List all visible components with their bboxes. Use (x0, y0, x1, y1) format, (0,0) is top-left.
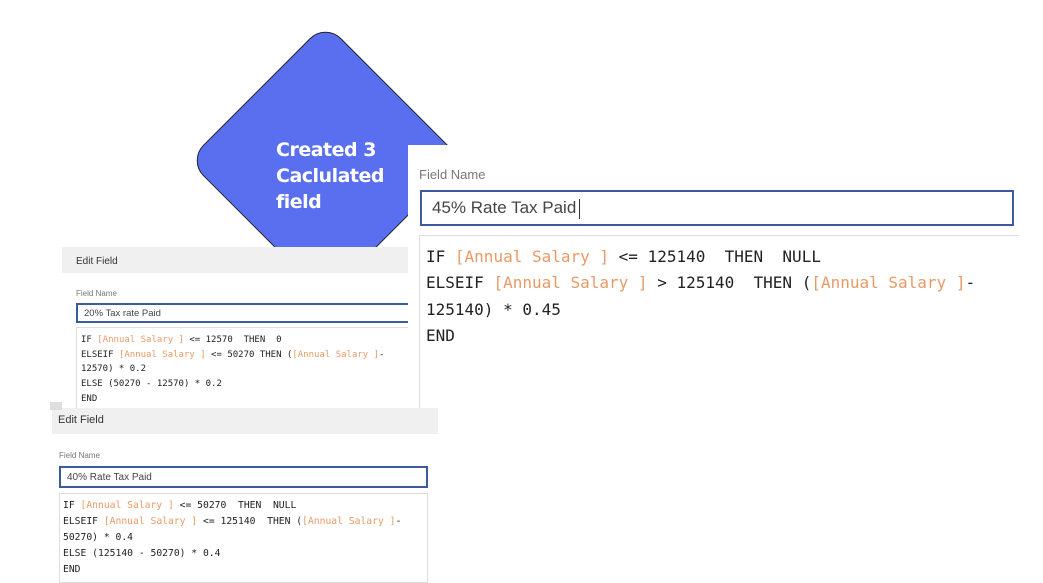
field-name-label: Field Name (76, 289, 117, 298)
code-line: ELSEIF [Annual Salary ] <= 50270 THEN ([… (81, 348, 405, 363)
code-token: <= 50270 THEN ( (205, 349, 293, 360)
field-reference: [Annual Salary ] (811, 273, 966, 293)
field-reference: [Annual Salary ] (292, 349, 380, 360)
field-name-input[interactable]: 40% Rate Tax Paid (59, 466, 428, 488)
edit-field-dialog-20: Edit Field Field Name 20% Tax rate Paid … (62, 247, 410, 418)
code-token: 50270) * 0.4 (63, 532, 133, 543)
formula-editor[interactable]: IF [Annual Salary ] <= 50270 THEN NULL EL… (59, 493, 428, 583)
code-token: IF (426, 247, 455, 266)
code-token: IF (63, 500, 81, 511)
code-line: END (81, 392, 405, 407)
dialog-title: Edit Field (76, 256, 118, 267)
code-token: <= 50270 THEN NULL (173, 500, 297, 511)
code-token: ELSEIF (426, 273, 494, 293)
field-reference: [Annual Salary ] (80, 500, 174, 511)
code-line: IF [Annual Salary ] <= 12570 THEN 0 (81, 333, 405, 348)
field-reference: [Annual Salary ] (454, 247, 610, 266)
field-reference: [Annual Salary ] (302, 516, 396, 527)
code-token: <= 125140 THEN ( (197, 516, 303, 527)
formula-editor[interactable]: IF [Annual Salary ] <= 12570 THEN 0 ELSEI… (76, 327, 410, 418)
code-line: END (426, 323, 1013, 349)
text-caret (579, 198, 581, 219)
code-token: 12570) * 0.2 (81, 364, 147, 375)
code-token: ELSE (50270 - 12570) * 0.2 (81, 379, 222, 390)
field-name-label: Field Name (59, 451, 100, 460)
code-token: END (426, 325, 455, 345)
code-token: 125140) * 0.45 (426, 299, 561, 319)
code-token: - (395, 516, 402, 527)
code-token: - (965, 273, 976, 293)
scroll-stub (50, 402, 62, 410)
code-token: ELSE (125140 - 50270) * 0.4 (63, 548, 221, 559)
callout-text: Created 3 Caclulated field (276, 139, 384, 213)
code-line: ELSEIF [Annual Salary ] > 125140 THEN ([… (426, 270, 1013, 296)
code-line: 125140) * 0.45 (426, 297, 1013, 323)
field-name-label: Field Name (419, 167, 486, 182)
code-line: 12570) * 0.2 (81, 362, 405, 377)
code-line: END (63, 562, 424, 578)
field-reference: [Annual Salary ] (103, 516, 198, 527)
code-token: > 125140 THEN ( (647, 273, 812, 293)
code-token: <= 12570 THEN 0 (183, 335, 282, 345)
field-reference: [Annual Salary ] (118, 349, 206, 360)
code-line: IF [Annual Salary ] <= 50270 THEN NULL (63, 498, 424, 514)
code-token: END (63, 564, 81, 575)
code-line: ELSEIF [Annual Salary ] <= 125140 THEN (… (63, 514, 424, 530)
edit-field-dialog-45: Field Name 45% Rate Tax Paid IF [Annual … (408, 145, 1019, 420)
edit-field-dialog-40: Edit Field Field Name 40% Rate Tax Paid … (52, 408, 438, 583)
code-token: END (81, 393, 98, 404)
dialog-header: Edit Field (62, 247, 408, 273)
code-token: ELSEIF (63, 516, 104, 527)
field-reference: [Annual Salary ] (493, 273, 648, 293)
code-line: IF [Annual Salary ] <= 125140 THEN NULL (426, 244, 1013, 270)
code-token: <= 125140 THEN NULL (609, 247, 821, 266)
field-reference: [Annual Salary ] (97, 335, 184, 345)
formula-editor[interactable]: IF [Annual Salary ] <= 125140 THEN NULL E… (419, 235, 1019, 420)
code-token: - (379, 349, 385, 360)
code-line: ELSE (50270 - 12570) * 0.2 (81, 377, 405, 392)
dialog-title: Edit Field (58, 414, 104, 426)
field-name-input[interactable]: 20% Tax rate Paid (76, 303, 410, 323)
code-line: 50270) * 0.4 (63, 530, 424, 546)
code-token: ELSEIF (81, 349, 119, 360)
field-name-input[interactable]: 45% Rate Tax Paid (420, 190, 1014, 226)
code-line: ELSE (125140 - 50270) * 0.4 (63, 546, 424, 562)
dialog-header: Edit Field (52, 408, 438, 434)
field-name-value: 45% Rate Tax Paid (432, 198, 577, 217)
code-token: IF (81, 335, 98, 345)
